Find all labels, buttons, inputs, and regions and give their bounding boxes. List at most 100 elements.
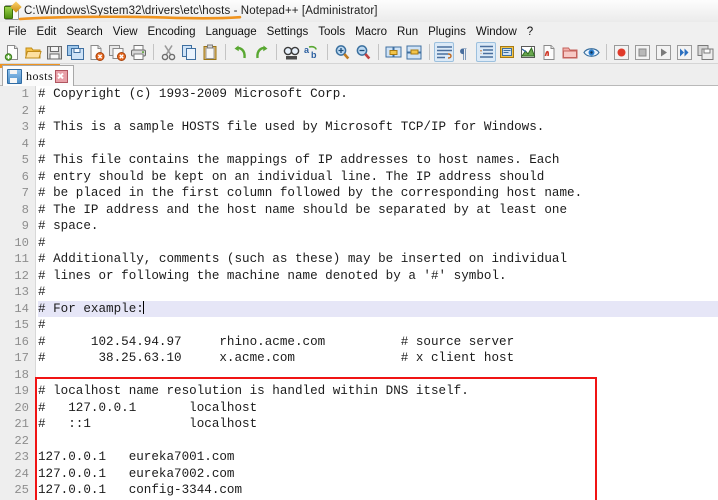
new-file-icon[interactable] — [2, 42, 22, 62]
toolbar-separator — [606, 44, 607, 60]
save-macro-icon[interactable] — [695, 42, 715, 62]
line-number: 11 — [14, 252, 29, 266]
line-number: 17 — [14, 351, 29, 365]
user-defined-language-icon[interactable] — [497, 42, 517, 62]
line-number: 3 — [21, 120, 29, 134]
save-all-icon[interactable] — [65, 42, 85, 62]
toolbar-separator — [153, 44, 154, 60]
code-line[interactable]: # — [38, 235, 718, 252]
menu-item-search[interactable]: Search — [61, 24, 107, 40]
editor-area[interactable]: 1 2 3 4 5 6 7 8 9 10 11 12 13 14 15 16 17 18 19 20 21 22 23 24 2… — [0, 86, 718, 500]
tab-hosts[interactable]: hosts — [2, 65, 75, 86]
code-line[interactable]: # — [38, 103, 718, 120]
monitoring-icon[interactable] — [581, 42, 601, 62]
title-bar: C:\Windows\System32\drivers\etc\hosts - … — [0, 0, 718, 22]
toolbar-separator — [429, 44, 430, 60]
menu-item-settings[interactable]: Settings — [262, 24, 314, 40]
print-icon[interactable] — [128, 42, 148, 62]
code-line[interactable]: 127.0.0.1 eureka7001.com — [38, 449, 718, 466]
code-line[interactable]: # For example: — [38, 300, 718, 317]
code-line[interactable]: # This is a sample HOSTS file used by Mi… — [38, 119, 718, 136]
toolbar-separator — [276, 44, 277, 60]
function-list-icon[interactable] — [539, 42, 559, 62]
code-line[interactable]: # ::1 localhost — [38, 416, 718, 433]
code-line[interactable]: # — [38, 136, 718, 153]
menu-item-edit[interactable]: Edit — [32, 24, 62, 40]
cut-icon[interactable] — [158, 42, 178, 62]
code-line[interactable]: # entry should be kept on an individual … — [38, 169, 718, 186]
saved-file-icon — [7, 68, 22, 84]
code-line[interactable] — [38, 433, 718, 450]
toolbar-separator — [327, 44, 328, 60]
menu-bar: File Edit Search View Encoding Language … — [0, 22, 718, 41]
menu-item-window[interactable]: Window — [471, 24, 522, 40]
zoom-in-icon[interactable] — [332, 42, 352, 62]
code-line[interactable]: # Copyright (c) 1993-2009 Microsoft Corp… — [38, 86, 718, 103]
code-line[interactable]: # — [38, 284, 718, 301]
zoom-out-icon[interactable] — [353, 42, 373, 62]
code-line[interactable]: # 127.0.0.1 localhost — [38, 400, 718, 417]
show-all-characters-icon[interactable]: ¶ — [455, 42, 475, 62]
play-macro-icon[interactable] — [653, 42, 673, 62]
code-line[interactable]: 127.0.0.1 config-3344.com — [38, 482, 718, 499]
svg-text:b: b — [311, 50, 317, 60]
code-line[interactable]: # 38.25.63.10 x.acme.com # x client host — [38, 350, 718, 367]
toolbar: a b ¶ — [0, 41, 718, 64]
indent-guide-icon[interactable] — [476, 42, 496, 62]
line-number: 23 — [14, 450, 29, 464]
code-line[interactable]: # 102.54.94.97 rhino.acme.com # source s… — [38, 334, 718, 351]
undo-icon[interactable] — [230, 42, 250, 62]
line-number: 24 — [14, 466, 29, 481]
line-number: 6 — [21, 169, 29, 184]
paste-icon[interactable] — [200, 42, 220, 62]
sync-horizontal-scroll-icon[interactable] — [404, 42, 424, 62]
code-line[interactable]: # lines or following the machine name de… — [38, 268, 718, 285]
redo-icon[interactable] — [251, 42, 271, 62]
code-text-area[interactable]: # Copyright (c) 1993-2009 Microsoft Corp… — [38, 86, 718, 500]
code-line[interactable]: 127.0.0.1 eureka7002.com — [38, 466, 718, 483]
replace-icon[interactable]: a b — [302, 42, 322, 62]
stop-recording-icon[interactable] — [632, 42, 652, 62]
menu-item-help[interactable]: ? — [522, 24, 538, 40]
line-number: 10 — [14, 235, 29, 250]
notepad-plus-plus-icon — [4, 0, 22, 20]
menu-item-plugins[interactable]: Plugins — [423, 24, 471, 40]
folder-as-workspace-icon[interactable] — [560, 42, 580, 62]
line-number: 15 — [14, 318, 29, 332]
close-file-icon[interactable] — [86, 42, 106, 62]
save-icon[interactable] — [44, 42, 64, 62]
code-line[interactable] — [38, 367, 718, 384]
copy-icon[interactable] — [179, 42, 199, 62]
menu-item-language[interactable]: Language — [200, 24, 261, 40]
menu-item-macro[interactable]: Macro — [350, 24, 392, 40]
run-macro-multiple-icon[interactable] — [674, 42, 694, 62]
close-tab-icon[interactable] — [55, 69, 69, 83]
line-number: 12 — [14, 268, 29, 283]
document-map-icon[interactable] — [518, 42, 538, 62]
code-line[interactable]: # Additionally, comments (such as these)… — [38, 251, 718, 268]
open-file-icon[interactable] — [23, 42, 43, 62]
find-icon[interactable] — [281, 42, 301, 62]
sync-vertical-scroll-icon[interactable] — [383, 42, 403, 62]
toolbar-separator — [378, 44, 379, 60]
line-number-gutter: 1 2 3 4 5 6 7 8 9 10 11 12 13 14 15 16 17 18 19 20 21 22 23 24 2… — [0, 86, 36, 500]
menu-item-view[interactable]: View — [108, 24, 143, 40]
close-all-icon[interactable] — [107, 42, 127, 62]
code-line[interactable]: # — [38, 317, 718, 334]
code-line[interactable]: # localhost name resolution is handled w… — [38, 383, 718, 400]
line-number: 21 — [14, 417, 29, 431]
menu-item-encoding[interactable]: Encoding — [143, 24, 201, 40]
code-line[interactable]: # This file contains the mappings of IP … — [38, 152, 718, 169]
menu-item-tools[interactable]: Tools — [313, 24, 350, 40]
line-number: 9 — [21, 219, 29, 233]
code-line[interactable]: # be placed in the first column followed… — [38, 185, 718, 202]
code-line[interactable]: # space. — [38, 218, 718, 235]
menu-item-file[interactable]: File — [3, 24, 32, 40]
line-number: 5 — [21, 153, 29, 167]
tab-bar: hosts — [0, 64, 718, 86]
menu-item-run[interactable]: Run — [392, 24, 423, 40]
line-number: 8 — [21, 202, 29, 217]
record-macro-icon[interactable] — [611, 42, 631, 62]
word-wrap-icon[interactable] — [434, 42, 454, 62]
code-line[interactable]: # The IP address and the host name shoul… — [38, 202, 718, 219]
